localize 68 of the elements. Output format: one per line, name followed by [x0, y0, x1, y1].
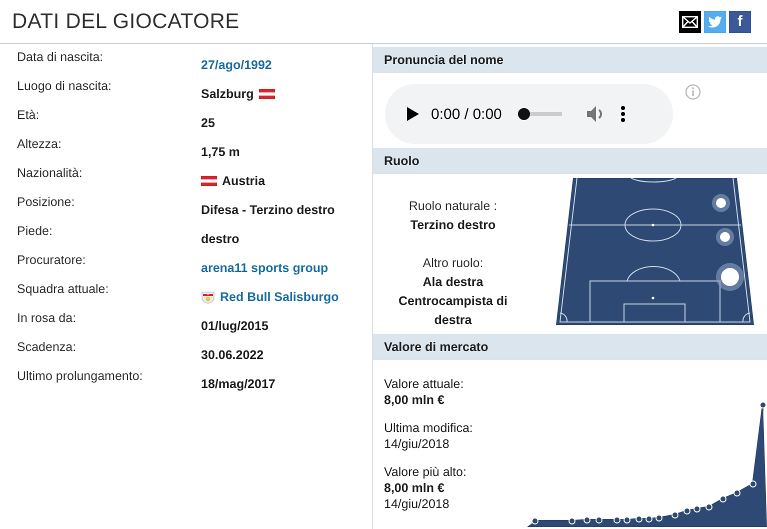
- field-label: Età:: [16, 108, 40, 124]
- play-button[interactable]: [407, 107, 419, 121]
- field-label: Scadenza:: [16, 340, 78, 356]
- more-options-icon[interactable]: [620, 105, 626, 123]
- chart-point: [760, 402, 766, 408]
- field-label: Procuratore:: [16, 253, 87, 269]
- email-share-button[interactable]: [679, 10, 701, 32]
- section-header: Pronuncia del nome: [373, 47, 767, 73]
- chart-point: [684, 508, 690, 514]
- chart-point: [734, 490, 740, 496]
- field-label: In rosa da:: [16, 311, 78, 327]
- field-value: 18/mag/2017: [201, 377, 276, 391]
- value-link[interactable]: arena11 sports group: [201, 261, 328, 275]
- bird-icon: [708, 16, 722, 28]
- role-label: Altro ruolo:: [422, 255, 484, 272]
- chart-point: [614, 516, 620, 524]
- value-date: 14/giu/2018: [384, 496, 450, 512]
- section-header: Ruolo: [373, 148, 767, 174]
- field-label: Altezza:: [16, 137, 62, 153]
- time-display: 0:00 / 0:00: [431, 106, 502, 122]
- role-value: Centrocampista di destra: [397, 293, 509, 329]
- chart-point: [720, 496, 726, 502]
- field-value: destro: [201, 232, 240, 246]
- chart-point: [706, 504, 712, 510]
- value-link[interactable]: 27/ago/1992: [201, 58, 272, 72]
- chart-point: [646, 516, 652, 522]
- chart-point: [672, 512, 678, 518]
- field-label: Piede:: [16, 224, 54, 240]
- flag-icon: [258, 89, 275, 99]
- field-label: Squadra attuale:: [16, 282, 110, 298]
- club-crest-icon: [201, 290, 215, 304]
- field-label: Ultimo prolungamento:: [16, 369, 144, 385]
- field-value: 25: [201, 116, 215, 130]
- chart-point: [750, 480, 756, 488]
- chart-point: [596, 516, 602, 524]
- chart-point: [694, 506, 700, 512]
- field-value: Difesa - Terzino destro: [201, 203, 335, 217]
- field-value: Austria: [222, 174, 266, 188]
- field-label: Nazionalità:: [16, 166, 84, 182]
- flag-icon: [201, 176, 217, 186]
- section-title: DATI DEL GIOCATORE: [12, 10, 240, 34]
- chart-point: [624, 516, 630, 524]
- value-date: 14/giu/2018: [384, 436, 450, 452]
- field-label: Luogo di nascita:: [16, 79, 113, 95]
- role-value: Ala destra: [422, 274, 484, 291]
- value-link[interactable]: Red Bull Salisburgo: [220, 290, 339, 304]
- field-value: Salzburg: [201, 87, 254, 101]
- envelope-icon: [682, 16, 698, 28]
- market-value: 8,00 mln €: [384, 480, 446, 496]
- facebook-share-button[interactable]: f: [729, 10, 751, 32]
- role-value: Terzino destro: [410, 217, 496, 234]
- value-label: Valore attuale:: [384, 376, 465, 392]
- field-value: 30.06.2022: [201, 348, 264, 362]
- chart-point: [584, 516, 590, 524]
- play-icon: [407, 107, 419, 121]
- role-label: Ruolo naturale :: [408, 198, 498, 215]
- chart-point: [568, 518, 576, 524]
- field-value: 01/lug/2015: [201, 319, 268, 333]
- value-label: Ultima modifica:: [384, 420, 474, 436]
- chart-point: [636, 516, 642, 522]
- value-label: Valore più alto:: [384, 464, 468, 480]
- section-header: Valore di mercato: [373, 334, 767, 360]
- market-value: 8,00 mln €: [384, 392, 446, 408]
- chart-point: [532, 518, 538, 524]
- field-label: Data di nascita:: [16, 50, 104, 66]
- field-label: Posizione:: [16, 195, 76, 211]
- field-value: 1,75 m: [201, 145, 240, 159]
- chart-point: [656, 514, 662, 522]
